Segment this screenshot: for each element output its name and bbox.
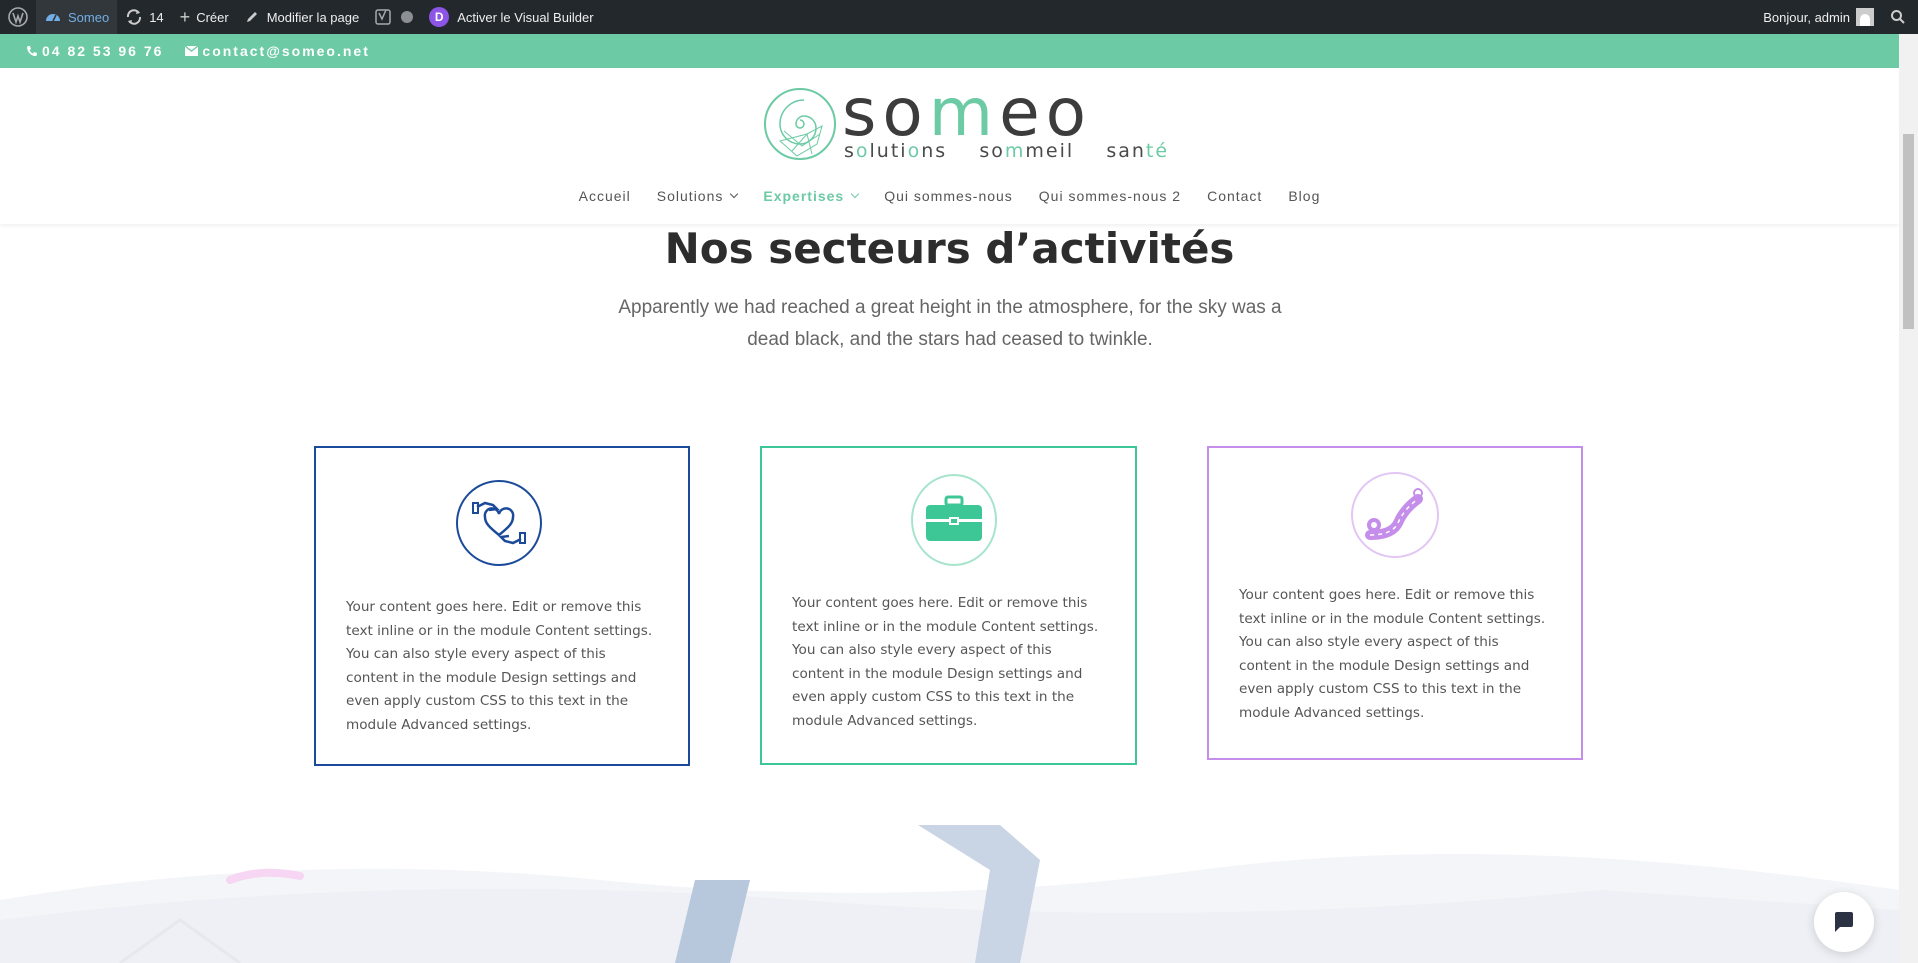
visual-builder-link[interactable]: D Activer le Visual Builder: [421, 0, 601, 34]
logo-tagline: solutions sommeil santé: [844, 140, 1169, 162]
search-icon: [1891, 10, 1905, 24]
nav-item-expertises[interactable]: Expertises: [763, 188, 860, 204]
main-navigation: Accueil Solutions Expertises Qui sommes-…: [0, 188, 1899, 204]
nav-label: Accueil: [578, 188, 631, 204]
user-account-menu[interactable]: Bonjour, admin: [1755, 0, 1882, 34]
briefcase-icon: [911, 474, 997, 566]
chat-button[interactable]: [1814, 892, 1874, 952]
tagline-part: meil: [1025, 140, 1075, 162]
pencil-icon: [246, 12, 257, 22]
top-contact-bar: 04 82 53 96 76 contact@someo.net: [0, 34, 1899, 68]
nav-item-qui-sommes-nous-2[interactable]: Qui sommes-nous 2: [1039, 188, 1181, 204]
card-text: Your content goes here. Edit or remove t…: [792, 595, 1099, 729]
create-label: Créer: [196, 9, 229, 25]
wordpress-logo-icon[interactable]: [0, 0, 36, 34]
site-name-label: Someo: [68, 9, 110, 25]
nav-item-accueil[interactable]: Accueil: [579, 188, 631, 204]
site-logo[interactable]: someo solutions sommeil santé: [762, 80, 1167, 166]
updates-count: 14: [149, 9, 164, 25]
email-address: contact@someo.net: [202, 43, 370, 59]
tagline-part: luti: [869, 140, 908, 162]
updates-link[interactable]: 14: [117, 0, 171, 34]
envelope-icon: [185, 46, 199, 56]
tagline-part: s: [844, 140, 856, 162]
nav-label: Contact: [1207, 188, 1263, 204]
chat-bubble-icon: [1835, 912, 1853, 932]
site-header: someo solutions sommeil santé Accueil So…: [0, 68, 1899, 224]
edit-page-label: Modifier la page: [266, 9, 360, 25]
nautilus-logo-icon: [764, 88, 836, 160]
edit-page-link[interactable]: Modifier la page: [237, 0, 368, 34]
nav-label: Qui sommes-nous: [884, 188, 1013, 204]
nav-label: Qui sommes-nous 2: [1038, 188, 1182, 204]
greeting-label: Bonjour, admin: [1763, 9, 1850, 25]
tagline-accent: o: [907, 140, 922, 162]
nav-label: Blog: [1288, 188, 1321, 204]
visual-builder-label: Activer le Visual Builder: [457, 9, 594, 25]
search-button[interactable]: [1882, 0, 1918, 34]
yoast-seo-menu[interactable]: [367, 0, 421, 34]
card-text: Your content goes here. Edit or remove t…: [346, 599, 653, 733]
tagline-part: san: [1106, 140, 1146, 162]
hands-heart-icon: [456, 480, 542, 566]
seo-status-dot-icon: [401, 11, 414, 23]
tagline-accent: m: [1004, 140, 1026, 162]
phone-number: 04 82 53 96 76: [42, 43, 164, 59]
chevron-down-icon: [730, 189, 739, 199]
wave-decoration: [0, 825, 1899, 963]
activity-card: Your content goes here. Edit or remove t…: [1207, 446, 1583, 760]
tagline-accent: é: [1155, 140, 1170, 162]
phone-link[interactable]: 04 82 53 96 76: [26, 43, 163, 59]
nav-item-qui-sommes-nous[interactable]: Qui sommes-nous: [884, 188, 1013, 204]
nav-label: Solutions: [656, 188, 724, 204]
dashboard-icon: [46, 14, 60, 22]
activity-card: Your content goes here. Edit or remove t…: [760, 446, 1137, 765]
scrollbar-thumb[interactable]: [1903, 134, 1914, 329]
page-scrollbar[interactable]: [1899, 34, 1918, 963]
divi-logo-icon: D: [429, 7, 450, 27]
plus-icon: +: [179, 7, 191, 27]
card-text: Your content goes here. Edit or remove t…: [1239, 587, 1546, 721]
nav-item-blog[interactable]: Blog: [1288, 188, 1320, 204]
logo-wordmark: someo: [842, 80, 1092, 146]
email-link[interactable]: contact@someo.net: [185, 43, 369, 59]
nav-item-contact[interactable]: Contact: [1207, 188, 1262, 204]
tagline-part: so: [979, 140, 1005, 162]
page: Someo 14 + Créer Modifier la page D Acti…: [0, 0, 1918, 963]
tagline-accent: t: [1145, 140, 1156, 162]
avatar: [1856, 8, 1874, 26]
nav-label: Expertises: [763, 188, 845, 204]
tagline-part: ns: [921, 140, 948, 162]
chevron-down-icon: [850, 189, 860, 199]
site-name-link[interactable]: Someo: [36, 0, 118, 34]
wp-admin-bar: Someo 14 + Créer Modifier la page D Acti…: [0, 0, 1918, 34]
activity-card: Your content goes here. Edit or remove t…: [314, 446, 690, 766]
nav-item-solutions[interactable]: Solutions: [656, 188, 739, 204]
road-pin-icon: [1351, 472, 1439, 558]
refresh-icon: [127, 9, 142, 25]
phone-icon: [27, 46, 37, 57]
tagline-accent: o: [855, 140, 870, 162]
yoast-icon: [375, 9, 391, 25]
create-new-link[interactable]: + Créer: [172, 0, 237, 34]
section-subtitle: Apparently we had reached a great height…: [618, 297, 1282, 350]
section-title: Nos secteurs d’activités: [664, 224, 1235, 273]
